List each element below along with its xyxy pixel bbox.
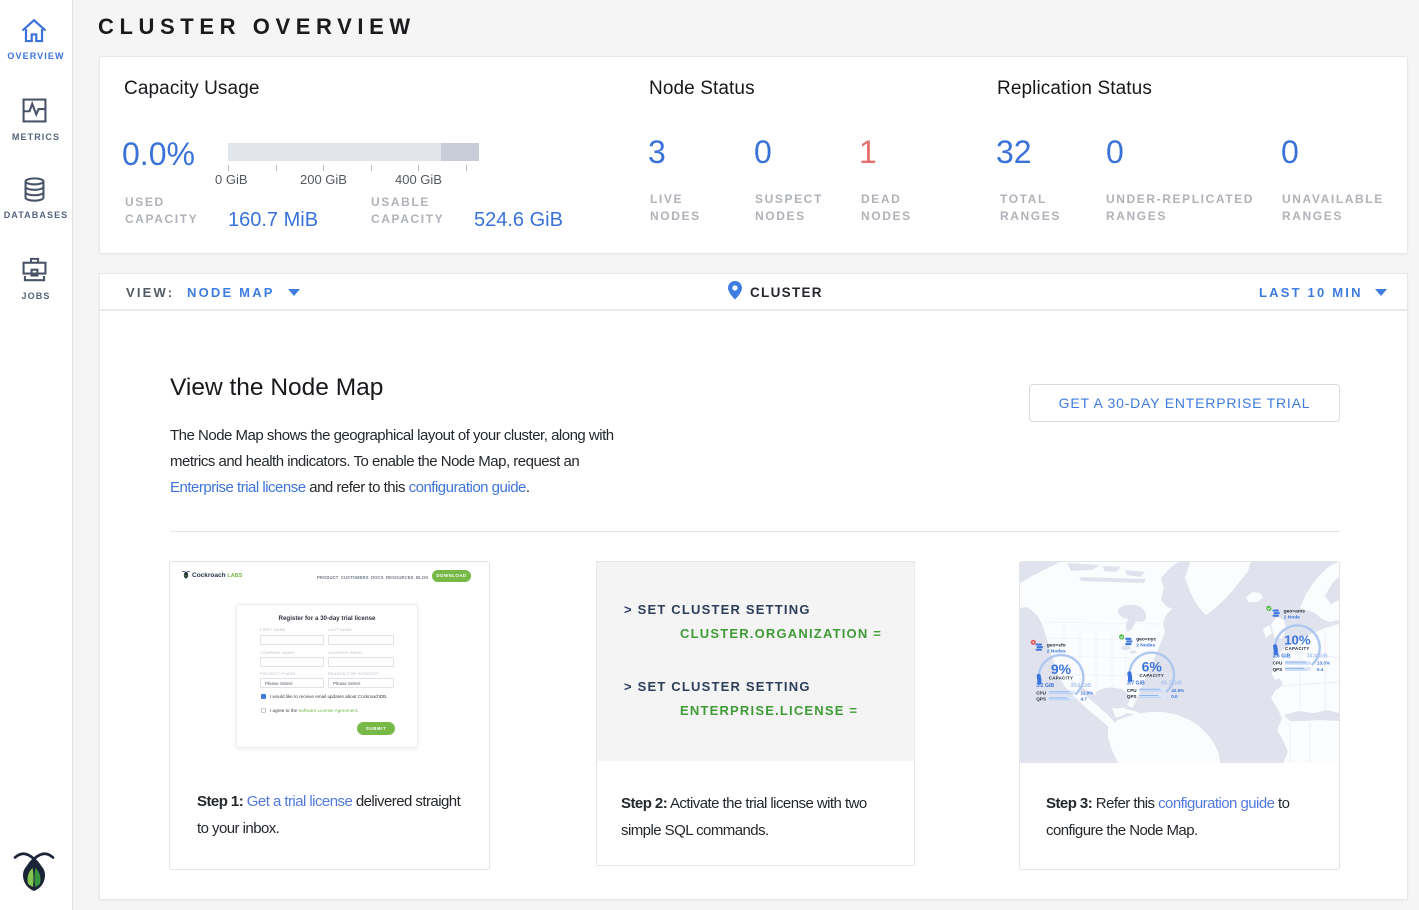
svg-text:geo=nyc: geo=nyc [1136, 638, 1156, 643]
svg-text:3.2 GiB: 3.2 GiB [1036, 683, 1054, 689]
svg-text:CAPACITY: CAPACITY [1049, 676, 1074, 681]
svg-text:geo=sfo: geo=sfo [1047, 642, 1066, 648]
svg-text:3.7 GiB: 3.7 GiB [1127, 681, 1145, 687]
svg-text:13.3%: 13.3% [1317, 661, 1330, 666]
svg-text:11.0%: 11.0% [1081, 690, 1094, 695]
svg-text:0.4: 0.4 [1317, 667, 1324, 672]
svg-text:2 Nodes: 2 Nodes [1047, 648, 1066, 654]
svg-text:34.4 GiB: 34.4 GiB [1307, 653, 1328, 659]
svg-text:65.7 GiB: 65.7 GiB [1161, 681, 1182, 687]
svg-text:CAPACITY: CAPACITY [1285, 646, 1310, 651]
svg-text:geo=ams: geo=ams [1284, 609, 1306, 614]
svg-text:4.7: 4.7 [1081, 696, 1088, 701]
svg-text:35.1 GiB: 35.1 GiB [1070, 683, 1091, 689]
svg-text:CPU: CPU [1273, 661, 1283, 666]
svg-text:CPU: CPU [1036, 690, 1046, 695]
svg-text:CPU: CPU [1127, 688, 1137, 693]
svg-text:1 Node: 1 Node [1284, 614, 1301, 620]
svg-text:3.6 GiB: 3.6 GiB [1273, 653, 1291, 659]
svg-text:QPS: QPS [1127, 694, 1137, 699]
svg-text:CAPACITY: CAPACITY [1139, 673, 1164, 678]
svg-text:0.0: 0.0 [1171, 694, 1178, 699]
svg-text:42.5%: 42.5% [1171, 688, 1184, 693]
svg-text:QPS: QPS [1036, 696, 1046, 701]
svg-text:QPS: QPS [1273, 667, 1283, 672]
svg-text:2 Nodes: 2 Nodes [1136, 643, 1155, 649]
